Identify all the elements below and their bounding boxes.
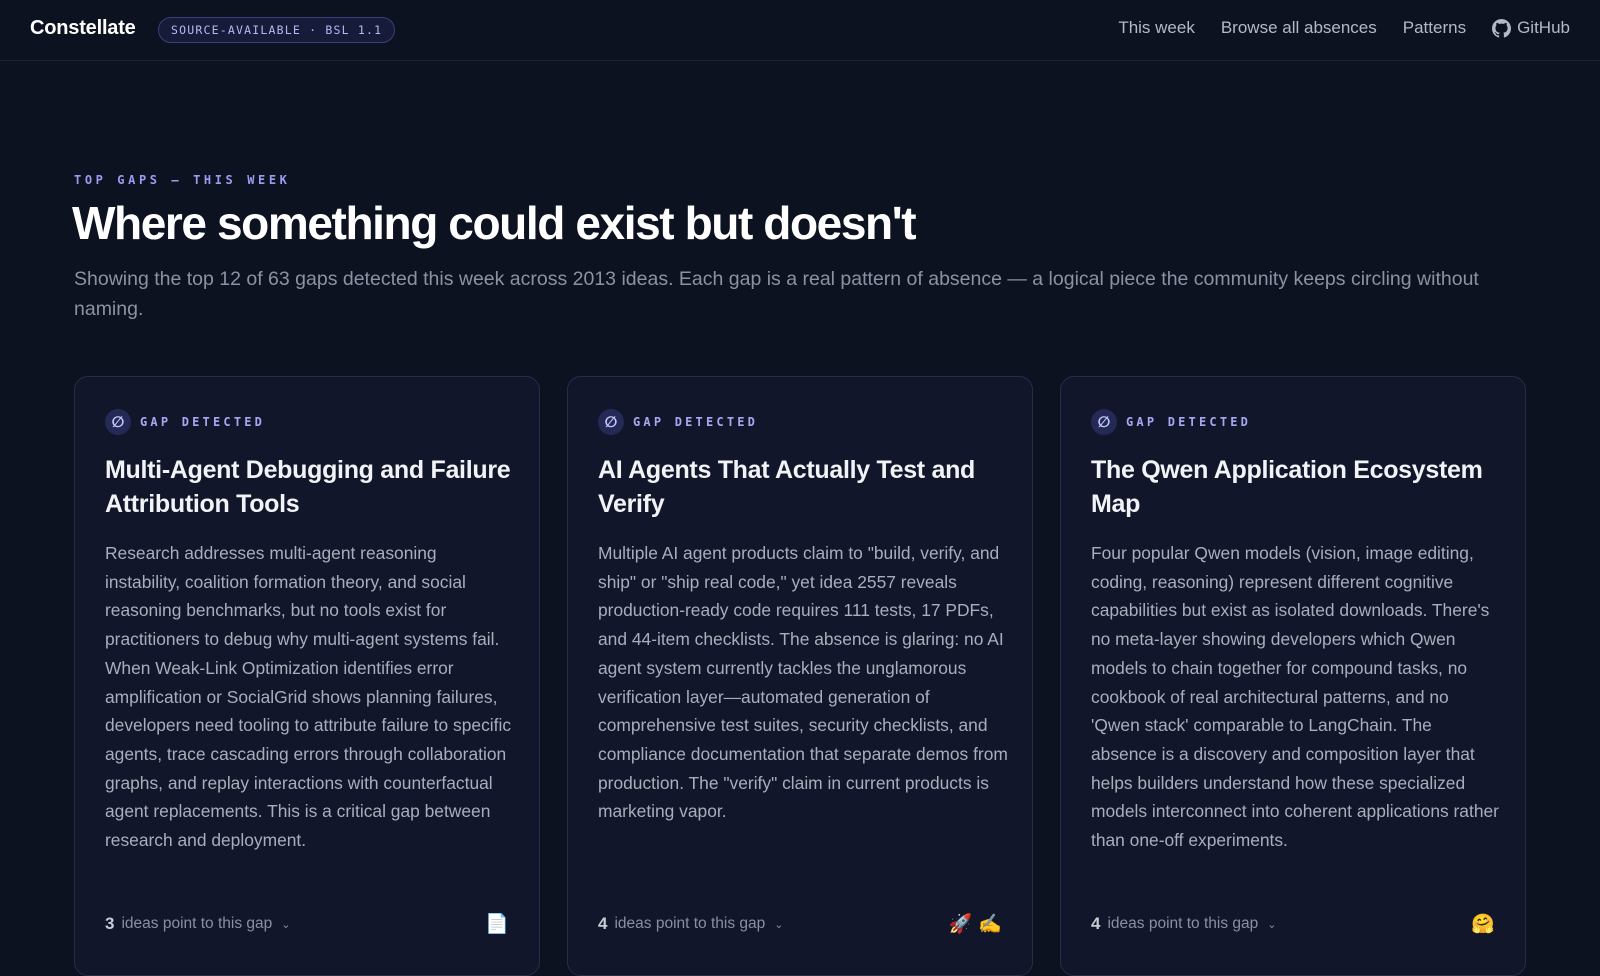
page-title: Where something could exist but doesn't — [72, 197, 917, 249]
chevron-down-icon: ⌄ — [1267, 918, 1277, 931]
top-nav-bar: Constellate SOURCE-AVAILABLE · BSL 1.1 T… — [0, 0, 1600, 61]
empty-set-icon: ∅ — [105, 409, 131, 435]
gap-card-footer: 4 ideas point to this gap ⌄ 🤗 — [1091, 911, 1495, 937]
ideas-count: 3 — [105, 914, 115, 933]
empty-set-icon: ∅ — [1091, 409, 1117, 435]
emoji-reactions: 📄 — [485, 915, 509, 934]
page-subtitle: Showing the top 12 of 63 gaps detected t… — [74, 268, 1479, 320]
hugging-face-emoji: 🤗 — [1471, 913, 1495, 935]
emoji-reactions: 🤗 — [1471, 915, 1495, 934]
ideas-toggle[interactable]: 4 ideas point to this gap ⌄ — [1091, 914, 1277, 934]
github-icon — [1492, 18, 1512, 38]
brand-logo[interactable]: Constellate — [30, 17, 136, 40]
chevron-down-icon: ⌄ — [281, 918, 291, 931]
gap-card[interactable]: ∅ GAP DETECTED Multi-Agent Debugging and… — [74, 376, 540, 976]
nav-patterns[interactable]: Patterns — [1403, 18, 1466, 38]
gap-card-title[interactable]: AI Agents That Actually Test and Verify — [598, 453, 1008, 521]
nav-this-week[interactable]: This week — [1118, 18, 1195, 38]
gap-tag-label: GAP DETECTED — [1126, 415, 1252, 429]
gap-card[interactable]: ∅ GAP DETECTED The Qwen Application Ecos… — [1060, 376, 1526, 976]
document-emoji: 📄 — [485, 913, 509, 935]
section-eyebrow: TOP GAPS — THIS WEEK — [74, 173, 291, 187]
nav-browse-absences[interactable]: Browse all absences — [1221, 18, 1377, 38]
ideas-label: ideas point to this gap — [614, 915, 766, 932]
gap-cards-grid: ∅ GAP DETECTED Multi-Agent Debugging and… — [74, 376, 1526, 976]
gap-tag: ∅ GAP DETECTED — [105, 409, 265, 435]
emoji-reactions: 🚀 ✍️ — [949, 915, 1002, 934]
main-nav: This week Browse all absences Patterns G… — [1118, 18, 1570, 38]
nav-github[interactable]: GitHub — [1492, 18, 1570, 38]
gap-card-footer: 4 ideas point to this gap ⌄ 🚀 ✍️ — [598, 911, 1002, 937]
gap-card-title[interactable]: Multi-Agent Debugging and Failure Attrib… — [105, 453, 515, 521]
gap-card-description: Four popular Qwen models (vision, image … — [1091, 543, 1499, 851]
empty-set-icon: ∅ — [598, 409, 624, 435]
chevron-down-icon: ⌄ — [774, 918, 784, 931]
nav-github-label: GitHub — [1517, 18, 1570, 37]
gap-tag-label: GAP DETECTED — [633, 415, 759, 429]
ideas-toggle[interactable]: 4 ideas point to this gap ⌄ — [598, 914, 784, 934]
rocket-emoji: 🚀 — [948, 913, 973, 935]
gap-card[interactable]: ∅ GAP DETECTED AI Agents That Actually T… — [567, 376, 1033, 976]
gap-card-title[interactable]: The Qwen Application Ecosystem Map — [1091, 453, 1501, 521]
writing-hand-emoji: ✍️ — [978, 913, 1002, 935]
gap-tag-label: GAP DETECTED — [140, 415, 266, 429]
ideas-label: ideas point to this gap — [1107, 915, 1259, 932]
gap-tag: ∅ GAP DETECTED — [598, 409, 758, 435]
ideas-count: 4 — [1091, 914, 1101, 933]
gap-card-description: Multiple AI agent products claim to "bui… — [598, 543, 1008, 822]
gap-card-description: Research addresses multi-agent reasoning… — [105, 543, 512, 851]
ideas-label: ideas point to this gap — [121, 915, 273, 932]
gap-card-footer: 3 ideas point to this gap ⌄ 📄 — [105, 911, 509, 937]
ideas-toggle[interactable]: 3 ideas point to this gap ⌄ — [105, 914, 291, 934]
gap-tag: ∅ GAP DETECTED — [1091, 409, 1251, 435]
license-badge: SOURCE-AVAILABLE · BSL 1.1 — [158, 17, 396, 43]
ideas-count: 4 — [598, 914, 608, 933]
